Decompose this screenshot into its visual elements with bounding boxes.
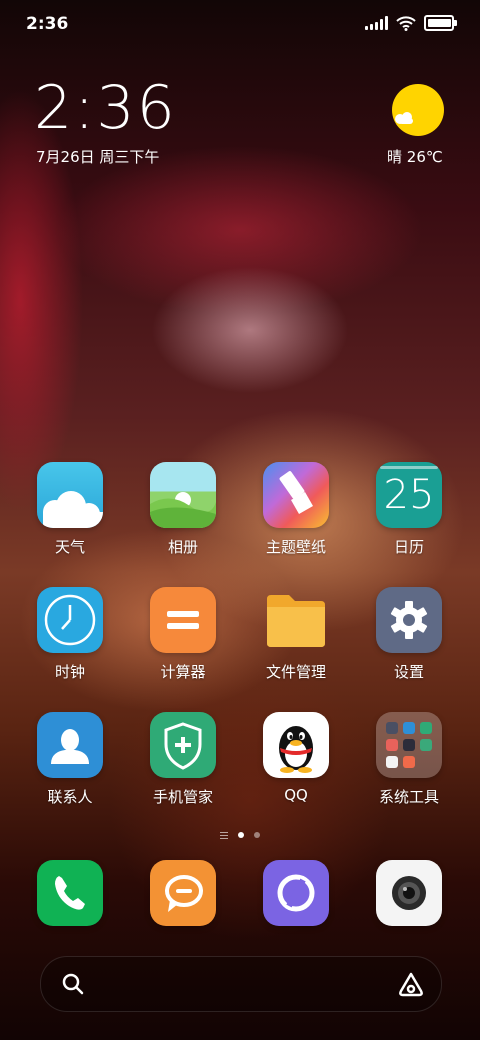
page-indicator[interactable] <box>0 828 480 842</box>
qq-penguin-icon <box>263 712 329 778</box>
app-label: 手机管家 <box>152 788 213 806</box>
app-weather[interactable]: 天气 <box>15 462 125 557</box>
wifi-icon <box>396 15 416 31</box>
weather-summary[interactable]: 晴 26℃ <box>387 146 443 167</box>
app-label: 联系人 <box>47 788 93 806</box>
search-bar[interactable] <box>40 956 442 1012</box>
app-label: 文件管理 <box>265 663 326 681</box>
app-label: QQ <box>284 786 308 804</box>
page-dot <box>254 832 260 838</box>
status-time: 2:36 <box>26 14 69 34</box>
page-dot-active <box>238 832 244 838</box>
app-label: 设置 <box>393 663 424 681</box>
phone-icon <box>37 860 103 926</box>
weather-icon <box>37 462 103 528</box>
signal-icon <box>365 16 388 30</box>
gallery-icon <box>150 462 216 528</box>
app-calendar[interactable]: 25 日历 <box>354 462 464 557</box>
app-clock[interactable]: 时钟 <box>15 587 125 682</box>
folder-icon <box>263 587 329 653</box>
app-label: 日历 <box>393 538 424 556</box>
weather-condition: 晴 <box>387 148 403 166</box>
app-label: 系统工具 <box>378 788 439 806</box>
message-icon <box>150 860 216 926</box>
dock-phone[interactable] <box>15 860 125 926</box>
status-bar: 2:36 <box>0 0 480 48</box>
folder-grid-icon <box>376 712 442 778</box>
dock-camera[interactable] <box>354 860 464 926</box>
browser-icon <box>263 860 329 926</box>
clock-widget-date[interactable]: 7月26日 周三下午 <box>36 146 159 167</box>
dock-browser[interactable] <box>241 860 351 926</box>
search-icon <box>62 973 84 995</box>
app-label: 相册 <box>167 538 198 556</box>
gear-icon <box>376 587 442 653</box>
battery-icon <box>424 15 457 31</box>
clock-widget-time[interactable]: 2:36 <box>34 78 177 138</box>
clock-icon <box>37 587 103 653</box>
app-security[interactable]: 手机管家 <box>128 712 238 807</box>
calendar-icon: 25 <box>376 462 442 528</box>
shield-plus-icon <box>150 712 216 778</box>
app-folder-system-tools[interactable]: 系统工具 <box>354 712 464 807</box>
camera-icon <box>376 860 442 926</box>
app-calculator[interactable]: 计算器 <box>128 587 238 682</box>
app-settings[interactable]: 设置 <box>354 587 464 682</box>
weather-sun-icon[interactable] <box>392 84 444 136</box>
calculator-icon <box>150 587 216 653</box>
app-file-manager[interactable]: 文件管理 <box>241 587 351 682</box>
weather-temperature: 26℃ <box>406 148 443 166</box>
battery-level <box>428 19 452 27</box>
status-icons <box>365 15 457 31</box>
menu-lines-icon <box>220 831 228 839</box>
app-theme-wallpaper[interactable]: 主题壁纸 <box>241 462 351 557</box>
app-label: 计算器 <box>160 663 206 681</box>
theme-brush-icon <box>263 462 329 528</box>
dock-message[interactable] <box>128 860 238 926</box>
app-label: 主题壁纸 <box>265 538 326 556</box>
assistant-icon[interactable] <box>397 971 425 997</box>
weather-cloud-icon <box>395 112 413 124</box>
contact-icon <box>37 712 103 778</box>
app-qq[interactable]: QQ <box>241 712 351 804</box>
app-gallery[interactable]: 相册 <box>128 462 238 557</box>
app-label: 时钟 <box>54 663 85 681</box>
calendar-day: 25 <box>383 472 435 518</box>
app-contacts[interactable]: 联系人 <box>15 712 125 807</box>
app-label: 天气 <box>54 538 85 556</box>
